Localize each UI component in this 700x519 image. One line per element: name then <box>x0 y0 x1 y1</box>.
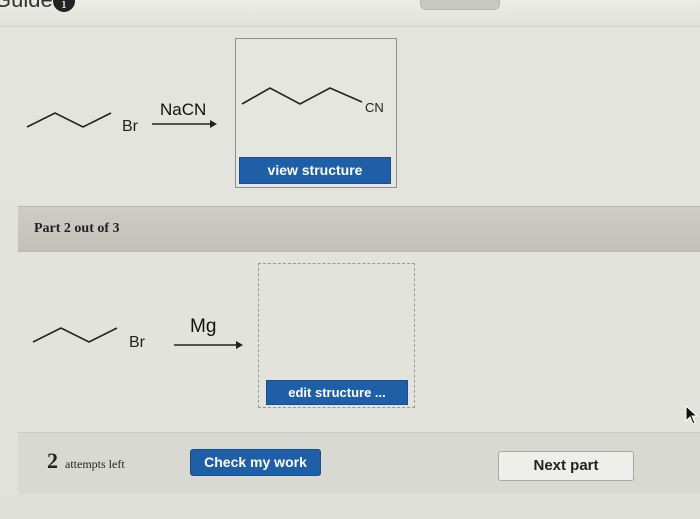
attempts-count: 2 <box>47 448 58 473</box>
part2-reagent-label: Mg <box>190 316 217 337</box>
attempts-left: 2 attempts left <box>47 448 125 474</box>
part1-reactant-structure <box>26 112 112 128</box>
part1-reagent-label: NaCN <box>160 100 207 119</box>
reaction-arrow-icon <box>152 120 217 128</box>
bottom-strip <box>0 494 700 519</box>
part1-product-cn-label: CN <box>365 100 384 115</box>
part1-product-structure <box>241 87 363 105</box>
part2-header: Part 2 out of 3 <box>18 206 700 252</box>
edit-structure-button[interactable]: edit structure ... <box>266 380 408 405</box>
top-tab-button[interactable] <box>420 0 500 10</box>
top-bar: Guide i <box>0 0 700 27</box>
part2-reactant-br-label: Br <box>129 334 145 351</box>
part1-reactant-br-label: Br <box>122 118 138 135</box>
mouse-cursor-icon <box>685 405 699 425</box>
attempts-text: attempts left <box>65 457 125 471</box>
part2-header-label: Part 2 out of 3 <box>34 221 120 236</box>
check-my-work-button[interactable]: Check my work <box>190 449 321 476</box>
next-part-button[interactable]: Next part <box>498 451 634 481</box>
guide-link[interactable]: Guide <box>0 0 53 13</box>
info-icon[interactable]: i <box>53 0 75 12</box>
reaction-arrow-icon <box>174 341 243 349</box>
part2-reactant-structure <box>32 327 118 343</box>
view-structure-button[interactable]: view structure <box>239 157 391 184</box>
